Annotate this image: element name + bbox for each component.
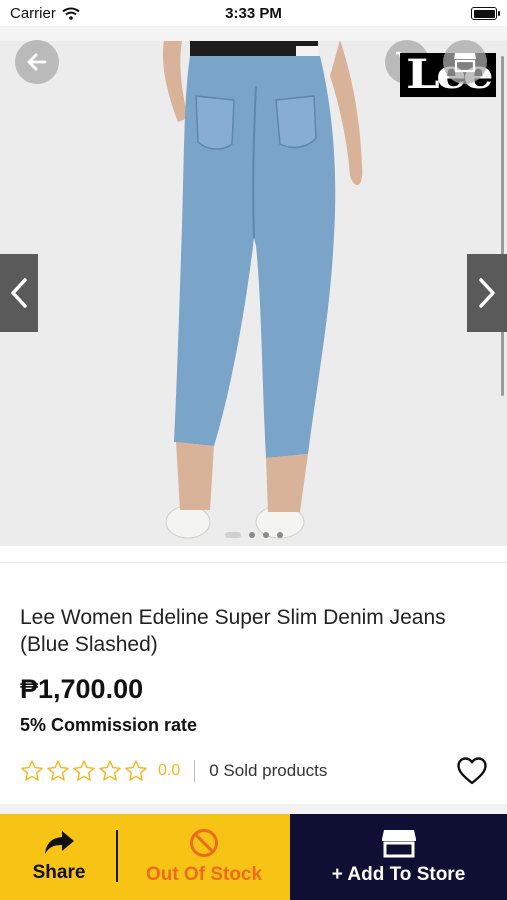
star-outline-icon <box>47 760 69 781</box>
chevron-left-icon <box>11 278 27 308</box>
previous-image-button[interactable] <box>0 254 38 332</box>
gallery-scrollbar[interactable] <box>501 56 504 396</box>
add-to-store-label: + Add To Store <box>331 864 466 885</box>
share-icon <box>45 831 74 854</box>
store-icon <box>381 830 416 858</box>
gallery-pagination[interactable] <box>0 532 507 538</box>
page-dot[interactable] <box>224 532 241 538</box>
rating-row: 0.0 0 Sold products <box>20 756 327 786</box>
page-dot[interactable] <box>248 532 255 538</box>
out-of-stock-label: Out Of Stock <box>145 864 263 885</box>
bottom-action-bar: Share Out Of Stock + Add To Store <box>0 814 507 900</box>
next-image-button[interactable] <box>467 254 507 332</box>
share-label: Share <box>32 862 86 883</box>
store-button[interactable] <box>443 40 487 84</box>
share-button[interactable]: Share <box>0 814 118 900</box>
divider <box>0 562 507 563</box>
rating-value: 0.0 <box>158 762 181 779</box>
rating-separator <box>194 760 196 782</box>
product-image <box>0 26 507 546</box>
heart-outline-icon <box>457 757 487 785</box>
back-arrow-icon <box>27 53 47 71</box>
commission-rate: 5% Commission rate <box>20 715 198 735</box>
star-outline-icon <box>125 760 147 781</box>
no-entry-icon <box>190 829 218 857</box>
chevron-right-icon <box>479 278 495 308</box>
store-icon <box>454 53 476 73</box>
star-outline-icon <box>21 760 43 781</box>
product-price: ₱1,700.00 <box>20 674 144 704</box>
page-dot[interactable] <box>262 532 269 538</box>
status-bar: Carrier 3:33 PM <box>0 0 507 26</box>
back-button[interactable] <box>15 40 59 84</box>
add-to-store-button[interactable]: + Add To Store <box>290 814 507 900</box>
sold-count: 0 Sold products <box>209 761 328 780</box>
battery-icon <box>471 7 500 20</box>
gallery-top-strip <box>0 26 507 41</box>
star-outline-icon <box>73 760 95 781</box>
section-separator <box>0 804 507 814</box>
star-outline-icon <box>99 760 121 781</box>
page-dot[interactable] <box>276 532 283 538</box>
favorite-button[interactable] <box>456 756 488 791</box>
out-of-stock-button[interactable]: Out Of Stock <box>118 814 290 900</box>
clock: 3:33 PM <box>225 5 282 22</box>
product-title: Lee Women Edeline Super Slim Denim Jeans… <box>20 606 446 656</box>
action-separator <box>116 830 118 882</box>
rating-stars <box>20 759 148 783</box>
product-image-gallery[interactable] <box>0 26 507 546</box>
